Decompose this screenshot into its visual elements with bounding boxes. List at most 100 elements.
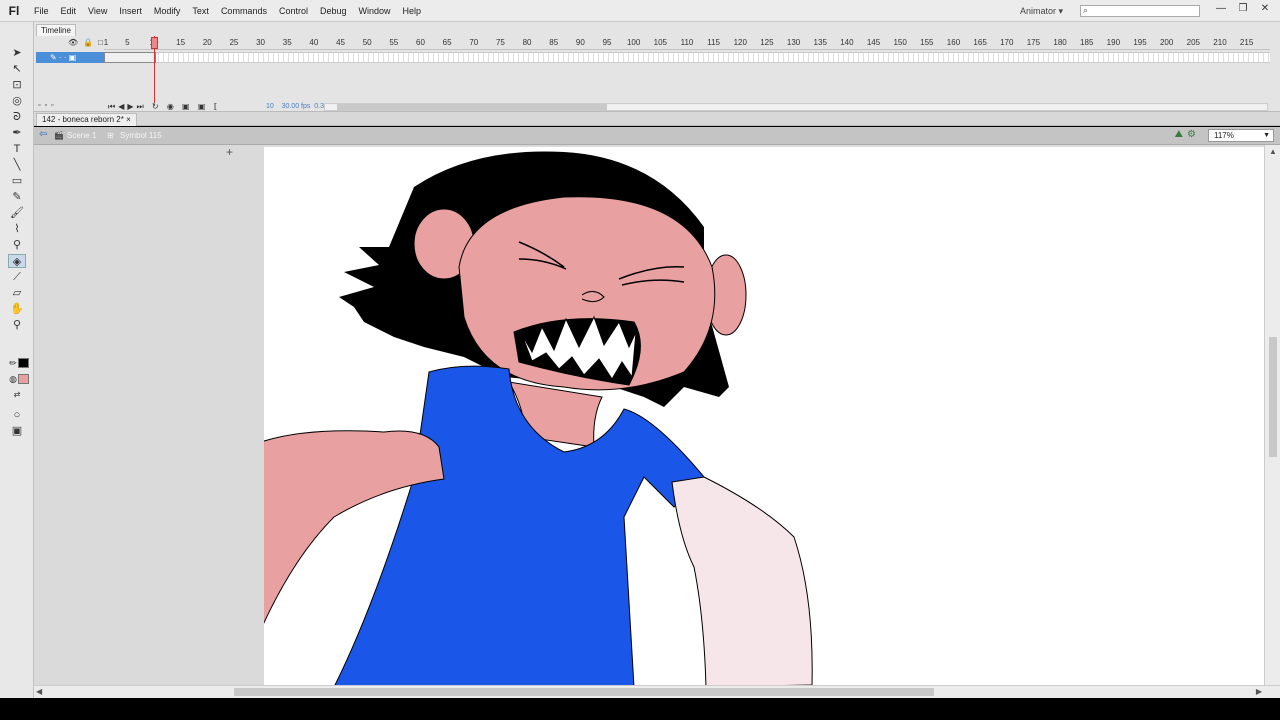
chevron-down-icon: ▼ [1263,132,1270,139]
timeline-status: ▫▫▫ ⏮◀▶⏭ ↻ ◉ ▣ ▣ ⟦ 10 30.00 fps 0.3 s [34,102,1280,112]
ruler-tick: 90 [575,38,585,47]
window-controls: — ❐ ✕ [1212,2,1274,16]
menu-file[interactable]: File [28,0,55,22]
stroke-color-swatch[interactable] [18,358,29,368]
scroll-left-icon[interactable]: ◀ [36,687,42,696]
ruler-tick: 140 [840,38,854,47]
ruler-tick: 60 [416,38,425,47]
breadcrumb-scene[interactable]: Scene 1 [67,130,96,142]
zoom-icon[interactable]: ⚲ [8,318,26,332]
object-drawing-icon[interactable]: ○ [8,408,26,422]
eraser-icon[interactable]: ▱ [8,286,26,300]
frame-strip[interactable] [104,52,1270,63]
ruler-tick: 80 [522,38,532,47]
vertical-scroll-thumb[interactable] [1269,337,1277,457]
minimize-button[interactable]: — [1212,2,1230,16]
close-button[interactable]: ✕ [1256,2,1274,16]
character-drawing[interactable] [257,147,1264,685]
ruler-tick: 210 [1213,38,1227,47]
ruler-tick: 185 [1080,38,1094,47]
playhead[interactable] [151,37,158,49]
timeline-tab[interactable]: Timeline [36,24,76,36]
playback-controls[interactable]: ⏮◀▶⏭ ↻ ◉ ▣ ▣ ⟦ [108,102,221,112]
ruler-tick: 45 [336,38,345,47]
eyedropper-icon[interactable]: ⟋ [8,270,26,284]
crosshair-cursor: + [226,145,234,159]
menu-modify[interactable]: Modify [148,0,187,22]
selection-icon[interactable]: ➤ [8,46,26,60]
rectangle-icon[interactable]: ▭ [8,174,26,188]
ruler-tick: 180 [1053,38,1067,47]
fps-value[interactable]: 30.00 fps [282,103,311,110]
edit-symbol-icons[interactable]: ⛰⚙ [1175,129,1200,140]
ruler-tick: 190 [1106,38,1121,47]
ruler-tick: 130 [786,38,801,47]
horizontal-scrollbar[interactable]: ◀ ▶ [34,685,1280,698]
ruler-tick: 195 [1133,38,1147,47]
breadcrumb-symbol[interactable]: Symbol 115 [120,130,162,142]
timeline-ruler[interactable]: 1510152025303540455055606570758085909510… [104,38,1270,50]
lasso-icon[interactable]: ᘐ [8,110,26,124]
menu-help[interactable]: Help [397,0,428,22]
menu-window[interactable]: Window [353,0,397,22]
back-arrow-icon[interactable]: ⇦ [39,129,47,140]
ruler-tick: 120 [733,38,747,47]
ruler-tick: 125 [760,38,774,47]
eye-icon[interactable]: 👁 [68,38,83,47]
lock-icon[interactable]: 🔒 [83,38,98,47]
ruler-tick: 175 [1026,38,1041,47]
menu-control[interactable]: Control [273,0,314,22]
stage[interactable] [257,147,1264,685]
menu-view[interactable]: View [82,0,113,22]
close-tab-icon[interactable]: × [126,115,131,124]
swap-colors-icon[interactable]: ⇄ [8,388,26,402]
menu-debug[interactable]: Debug [314,0,353,22]
snap-icon[interactable]: ▣ [8,424,26,438]
layer-row[interactable]: ✎ · · ▣ [36,52,104,63]
pasteboard[interactable] [34,145,1264,685]
scroll-right-icon[interactable]: ▶ [1256,687,1262,696]
menu-commands[interactable]: Commands [215,0,273,22]
free-transform-icon[interactable]: ⊡ [8,78,26,92]
document-tab[interactable]: 142 - boneca reborn 2* × [36,113,137,126]
document-tab-bar: 142 - boneca reborn 2* × [34,112,1280,126]
brush-icon[interactable]: 🖌 [8,206,26,220]
hand-icon[interactable]: ✋ [8,302,26,316]
layer-buttons[interactable]: ▫▫▫ [38,102,57,109]
subselection-icon[interactable]: ↖ [8,62,26,76]
pen-icon[interactable]: ✒ [8,126,26,140]
ruler-tick: 15 [176,38,186,47]
workspace-switcher[interactable]: Animator ▾ [1020,0,1063,22]
text-icon[interactable]: T [8,142,26,156]
ruler-tick: 65 [442,38,452,47]
fps-readout: 10 30.00 fps 0.3 s [266,103,329,110]
ruler-tick: 70 [469,38,479,47]
paint-brush-icon[interactable]: ⌇ [8,222,26,236]
ruler-tick: 30 [256,38,266,47]
ruler-tick: 110 [680,38,694,47]
ruler-tick: 25 [229,38,239,47]
symbol-icon: ⊞ [107,131,114,140]
vertical-scrollbar[interactable]: ▲ [1264,145,1280,685]
pencil-icon[interactable]: ✎ [8,190,26,204]
help-search-input[interactable]: ⌕ [1080,5,1200,17]
3d-rotation-icon[interactable]: ◎ [8,94,26,108]
menu-edit[interactable]: Edit [55,0,83,22]
scroll-up-icon[interactable]: ▲ [1269,147,1277,156]
right-arm-drawing [671,476,813,685]
menu-insert[interactable]: Insert [113,0,148,22]
timeline-scroll-thumb[interactable] [337,104,607,110]
line-icon[interactable]: ╲ [8,158,26,172]
bone-icon[interactable]: ⚲ [8,238,26,252]
ruler-tick: 5 [125,38,130,47]
scene-icon: 🎬 [54,131,64,140]
ruler-tick: 215 [1239,38,1254,47]
menu-text[interactable]: Text [186,0,215,22]
paint-bucket-icon[interactable]: ◈ [8,254,26,268]
timeline-scrollbar[interactable] [324,103,1268,111]
zoom-select[interactable]: 117% ▼ [1208,129,1274,142]
horizontal-scroll-thumb[interactable] [234,688,934,696]
keyframe-span[interactable] [104,52,156,63]
fill-color-swatch[interactable] [18,374,29,384]
maximize-button[interactable]: ❐ [1234,2,1252,16]
